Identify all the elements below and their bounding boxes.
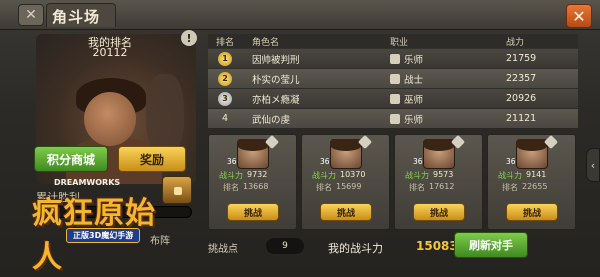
header-power: 战力	[506, 37, 525, 48]
opponent-card: 36 战斗力 9732 排名 13668 挑战	[208, 134, 297, 230]
rank-label: 排名	[502, 183, 518, 192]
opponent-power: 战斗力 9732	[219, 170, 295, 181]
power-label: 战斗力	[405, 171, 429, 180]
power-value: 9141	[526, 170, 547, 179]
rank-label: 排名	[316, 183, 332, 192]
power-label: 战斗力	[219, 171, 243, 180]
job-cell: 巫师	[356, 89, 476, 108]
name-cell: 朴实の莹儿	[252, 74, 300, 86]
job-label: 巫师	[404, 94, 424, 106]
page-title: 角斗场	[52, 8, 101, 26]
power-label: 战斗力	[498, 171, 522, 180]
opponent-rank: 排名 17612	[409, 182, 481, 193]
my-power-value: 15083	[416, 239, 458, 253]
name-cell: 武仙の虔	[252, 114, 291, 126]
opponent-power: 战斗力 9573	[405, 170, 481, 181]
job-cell: 乐师	[356, 109, 476, 128]
close-button[interactable]: ✕	[566, 4, 592, 28]
tools-icon[interactable]: ✕	[18, 4, 44, 26]
formation-button[interactable]: 布阵	[150, 232, 170, 247]
my-rank-value: 20112	[92, 46, 128, 59]
opponent-card: 36 战斗力 9573 排名 17612 挑战	[394, 134, 483, 230]
my-power-label: 我的战斗力	[328, 242, 383, 255]
name-cell: 亦柏メ瘾凝	[252, 94, 300, 106]
job-label: 战士	[404, 74, 424, 86]
wizard-icon	[390, 93, 400, 104]
rank-label: 排名	[223, 183, 239, 192]
power-value: 10370	[340, 170, 366, 179]
rank-cell: 2	[208, 69, 242, 88]
name-cell: 因帅被判刑	[252, 54, 300, 66]
opponent-rank: 排名 13668	[223, 182, 295, 193]
challenge-button[interactable]: 挑战	[320, 203, 372, 221]
job-label: 乐师	[404, 54, 424, 66]
table-row[interactable]: 1 因帅被判刑 乐师 21759	[208, 49, 578, 68]
opponent-card: 36 战斗力 10370 排名 15699 挑战	[301, 134, 390, 230]
avatar-hair	[330, 139, 362, 151]
header-rank: 排名	[215, 37, 234, 48]
table-header: 排名 角色名 职业 战力	[208, 34, 578, 48]
tools-glyph: ✕	[25, 7, 37, 23]
chevron-left-icon[interactable]: ‹	[586, 148, 600, 182]
avatar-hair	[423, 139, 455, 151]
logo-brand: DREAMWORKS	[54, 178, 121, 187]
gold-medal-icon: 2	[218, 71, 232, 86]
background-figure	[146, 74, 184, 154]
power-cell: 21121	[506, 113, 537, 124]
challenge-button[interactable]: 挑战	[506, 203, 558, 221]
challenge-button[interactable]: 挑战	[413, 203, 465, 221]
footer-bar: 挑战点 9 我的战斗力 15083 刷新对手	[208, 232, 578, 258]
header-bar: ✕ 角斗场 ✕	[0, 0, 600, 30]
avatar-hair	[516, 139, 548, 151]
opponent-rank: 排名 15699	[316, 182, 388, 193]
refresh-opponents-button[interactable]: 刷新对手	[454, 232, 528, 258]
rank-cell: 3	[208, 89, 242, 108]
header-job: 职业	[390, 37, 409, 48]
gold-medal-icon: 1	[218, 51, 232, 66]
power-label: 战斗力	[312, 171, 336, 180]
table-row[interactable]: 2 朴实の莹儿 战士 22357	[208, 69, 578, 88]
musician-icon	[390, 113, 400, 124]
table-row[interactable]: 3 亦柏メ瘾凝 巫师 20926	[208, 89, 578, 108]
rank-label: 排名	[409, 183, 425, 192]
power-cell: 22357	[506, 73, 537, 84]
rank-value: 15699	[336, 182, 362, 191]
challenge-button[interactable]: 挑战	[227, 203, 279, 221]
opponent-cards: 36 战斗力 9732 排名 13668 挑战 36 战斗力 10370 排名 1569…	[208, 134, 578, 230]
challenge-points-label: 挑战点	[208, 244, 238, 255]
rank-cell: 1	[208, 49, 242, 68]
job-cell: 战士	[356, 69, 476, 88]
rank-cell: 4	[221, 113, 229, 124]
musician-icon	[390, 53, 400, 64]
opponent-power: 战斗力 10370	[312, 170, 388, 181]
opponent-level: 36	[413, 157, 423, 166]
arena-window: ✕ 角斗场 ✕ 我的排名 20112 积分商城 奖励 累计胜利 ! DREAMW…	[0, 0, 600, 277]
power-value: 9573	[433, 170, 454, 179]
avatar-hair	[237, 139, 269, 151]
points-shop-button[interactable]: 积分商城	[34, 146, 108, 172]
rank-value: 13668	[243, 182, 269, 191]
opponent-rank: 排名 22655	[502, 182, 574, 193]
power-value: 9732	[247, 170, 268, 179]
opponent-level: 36	[320, 157, 330, 166]
job-cell: 乐师	[356, 49, 476, 68]
rank-value: 17612	[429, 182, 455, 191]
power-cell: 21759	[506, 53, 537, 64]
power-cell: 20926	[506, 93, 537, 104]
table-row[interactable]: 4 武仙の虔 乐师 21121	[208, 109, 578, 128]
opponent-level: 36	[506, 157, 516, 166]
hero-head	[84, 92, 136, 146]
opponent-card: 36 战斗力 9141 排名 22655 挑战	[487, 134, 576, 230]
ranking-table: 排名 角色名 职业 战力 1 因帅被判刑 乐师 21759 2 朴实の莹儿 战士…	[208, 34, 578, 128]
logo-subtitle: 正版3D魔幻手游	[66, 228, 141, 243]
header-name: 角色名	[252, 37, 280, 48]
opponent-power: 战斗力 9141	[498, 170, 574, 181]
job-label: 乐师	[404, 114, 424, 126]
warrior-icon	[390, 73, 400, 84]
reward-button[interactable]: 奖励	[118, 146, 186, 172]
challenge-points-value: 9	[266, 238, 304, 254]
silver-medal-icon: 3	[218, 91, 232, 106]
rank-value: 22655	[522, 182, 548, 191]
opponent-level: 36	[227, 157, 237, 166]
